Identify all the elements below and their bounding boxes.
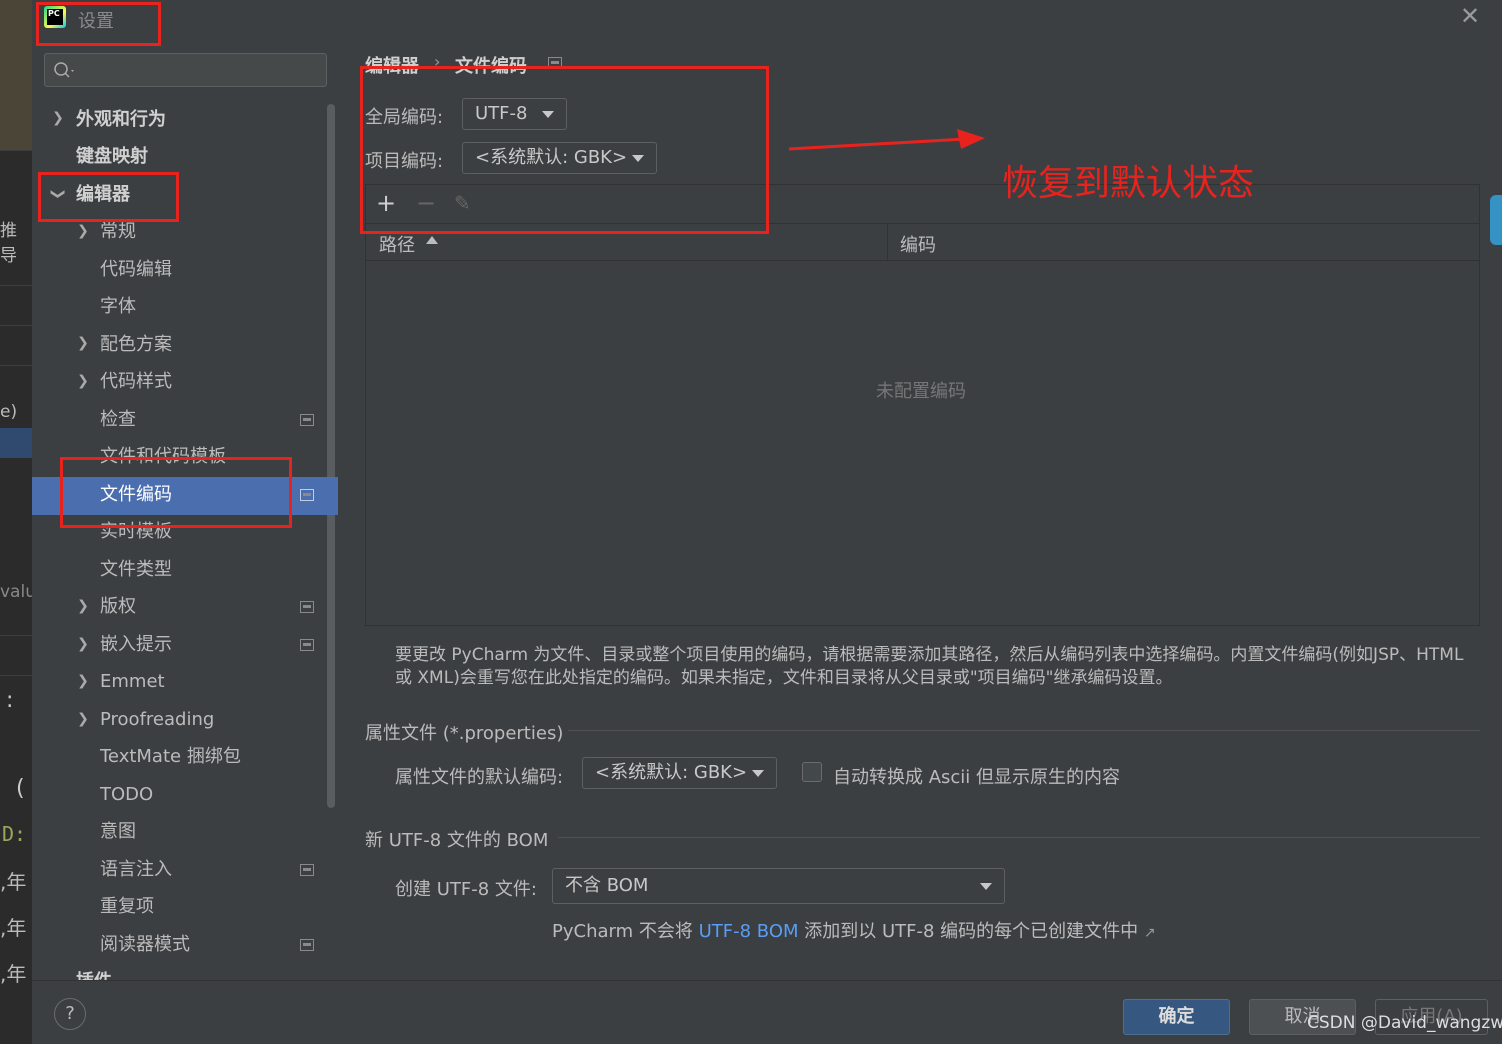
table-body: 未配置编码 bbox=[366, 261, 1479, 625]
sidebar-item-inspections[interactable]: 检查 bbox=[100, 402, 136, 438]
sidebar-item-code-editing[interactable]: 代码编辑 bbox=[100, 252, 172, 288]
properties-default-label: 属性文件的默认编码: bbox=[395, 767, 564, 788]
bom-note-prefix: PyCharm 不会将 bbox=[552, 921, 693, 942]
annotation-box-encodings bbox=[360, 66, 769, 234]
sidebar-item-plugins-clip: 插件 bbox=[76, 962, 316, 980]
column-header-encoding[interactable]: 编码 bbox=[900, 231, 936, 257]
background-text: D: bbox=[2, 822, 27, 846]
project-scope-icon bbox=[300, 864, 314, 876]
properties-encoding-select[interactable]: <系统默认: GBK> bbox=[582, 757, 777, 789]
chevron-right-icon[interactable]: ❯ bbox=[75, 636, 91, 652]
search-icon bbox=[54, 62, 74, 78]
search-input[interactable] bbox=[44, 53, 327, 87]
project-scope-icon bbox=[300, 939, 314, 951]
bom-create-label: 创建 UTF-8 文件: bbox=[395, 879, 537, 900]
chevron-down-icon bbox=[980, 883, 992, 890]
sidebar-item-font[interactable]: 字体 bbox=[100, 289, 136, 325]
project-scope-icon bbox=[300, 414, 314, 426]
sort-ascending-icon bbox=[426, 236, 438, 244]
annotation-text: 恢复到默认状态 bbox=[1002, 163, 1255, 204]
background-panel bbox=[0, 0, 32, 150]
chevron-right-icon[interactable]: ❯ bbox=[75, 673, 91, 689]
column-header-path[interactable]: 路径 bbox=[379, 231, 415, 257]
background-text: e) bbox=[0, 402, 18, 422]
sidebar-item-copyright[interactable]: 版权 bbox=[100, 589, 136, 625]
sidebar-item-todo[interactable]: TODO bbox=[100, 777, 153, 813]
annotation-box-title bbox=[36, 2, 161, 46]
sidebar-item-emmet[interactable]: Emmet bbox=[100, 664, 165, 700]
sidebar-item-textmate[interactable]: TextMate 捆绑包 bbox=[100, 739, 241, 775]
description-line-2: 或 XML)会重写您在此处指定的编码。如果未指定，文件和目录将从父目录或"项目编… bbox=[395, 668, 1173, 688]
sidebar-item-keymap[interactable]: 键盘映射 bbox=[76, 139, 148, 175]
bom-note-suffix: 添加到以 UTF-8 编码的每个已创建文件中 bbox=[804, 921, 1139, 942]
chevron-right-icon[interactable]: ❯ bbox=[75, 223, 91, 239]
ok-button[interactable]: 确定 bbox=[1123, 999, 1230, 1035]
watermark-text: CSDN @David_wangzw bbox=[1307, 1013, 1502, 1033]
project-scope-icon bbox=[300, 489, 314, 501]
bom-note-link[interactable]: UTF-8 BOM bbox=[699, 921, 799, 942]
annotation-box-file-encodings bbox=[60, 457, 292, 528]
empty-table-text: 未配置编码 bbox=[876, 381, 966, 402]
chevron-right-icon[interactable]: ❯ bbox=[75, 335, 91, 351]
background-editor: 推导 e) valu : ( D: ,年 ,年 ,年 bbox=[0, 0, 36, 1043]
annotation-arrow-icon bbox=[788, 129, 985, 151]
chevron-right-icon[interactable]: ❯ bbox=[75, 711, 91, 727]
sidebar-item-file-types[interactable]: 文件类型 bbox=[100, 552, 172, 588]
background-text: ,年 bbox=[0, 870, 27, 894]
chevron-right-icon[interactable]: ❯ bbox=[75, 598, 91, 614]
title-bar: PC 设置 ✕ bbox=[32, 0, 1502, 40]
sidebar-item-plugins[interactable]: 插件 bbox=[76, 964, 112, 980]
background-text: ,年 bbox=[0, 962, 27, 986]
sidebar-item-intentions[interactable]: 意图 bbox=[100, 814, 136, 850]
close-icon[interactable]: ✕ bbox=[1460, 2, 1480, 30]
chevron-down-icon bbox=[752, 770, 764, 777]
bom-select-value: 不含 BOM bbox=[565, 875, 649, 896]
bom-select[interactable]: 不含 BOM bbox=[552, 868, 1005, 904]
sidebar-item-appearance[interactable]: 外观和行为 bbox=[76, 102, 166, 138]
background-text: : bbox=[6, 688, 14, 713]
properties-section-title: 属性文件 (*.properties) bbox=[365, 723, 564, 744]
sidebar-scrollbar[interactable] bbox=[327, 104, 335, 808]
background-text: 推导 bbox=[0, 221, 17, 266]
sidebar-item-proofreading[interactable]: Proofreading bbox=[100, 702, 214, 738]
sidebar-item-duplicates[interactable]: 重复项 bbox=[100, 889, 154, 925]
project-scope-icon bbox=[300, 601, 314, 613]
sidebar-item-reader-mode[interactable]: 阅读器模式 bbox=[100, 927, 190, 963]
sidebar-item-code-style[interactable]: 代码样式 bbox=[100, 364, 172, 400]
side-tab[interactable] bbox=[1490, 195, 1502, 245]
properties-encoding-value: <系统默认: GBK> bbox=[595, 762, 748, 783]
background-text: ( bbox=[16, 776, 25, 801]
project-scope-icon bbox=[300, 639, 314, 651]
bom-section-title: 新 UTF-8 文件的 BOM bbox=[365, 830, 549, 851]
background-text: valu bbox=[0, 582, 36, 602]
external-link-icon[interactable]: ↗ bbox=[1144, 925, 1156, 941]
chevron-right-icon[interactable]: ❯ bbox=[50, 110, 66, 126]
ascii-checkbox-label[interactable]: 自动转换成 Ascii 但显示原生的内容 bbox=[833, 763, 1120, 789]
column-divider bbox=[887, 224, 888, 260]
help-button[interactable]: ? bbox=[54, 998, 86, 1030]
section-divider bbox=[558, 837, 1480, 838]
annotation-box-editor bbox=[38, 172, 179, 222]
sidebar-item-language-injections[interactable]: 语言注入 bbox=[100, 852, 172, 888]
description-line-1: 要更改 PyCharm 为文件、目录或整个项目使用的编码，请根据需要添加其路径，… bbox=[395, 645, 1464, 665]
ascii-checkbox[interactable] bbox=[802, 762, 822, 782]
dialog-footer: ? 确定 取消 应用(A) bbox=[32, 980, 1502, 1044]
path-encoding-table: + − ✎ 路径 编码 未配置编码 bbox=[365, 184, 1480, 626]
background-text: ,年 bbox=[0, 916, 27, 940]
chevron-right-icon[interactable]: ❯ bbox=[75, 373, 91, 389]
background-selection bbox=[0, 428, 32, 458]
sidebar-item-inlay-hints[interactable]: 嵌入提示 bbox=[100, 627, 172, 663]
sidebar-item-color-scheme[interactable]: 配色方案 bbox=[100, 327, 172, 363]
section-divider bbox=[568, 730, 1480, 731]
bom-note: PyCharm 不会将 UTF-8 BOM 添加到以 UTF-8 编码的每个已创… bbox=[552, 917, 1156, 943]
